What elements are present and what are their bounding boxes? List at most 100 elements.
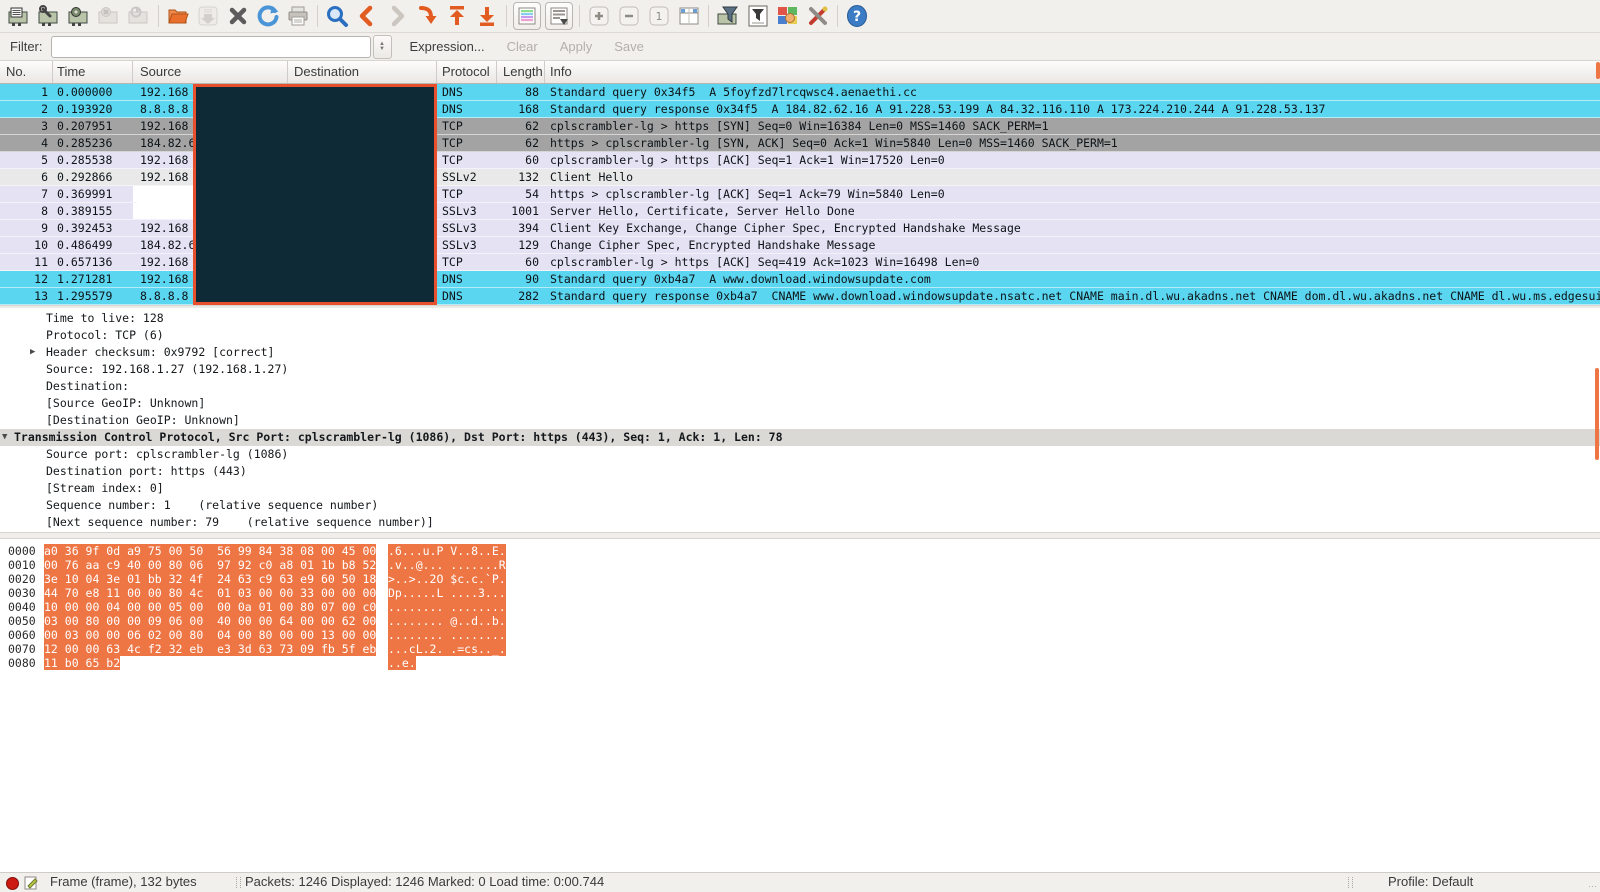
hex-row[interactable]: 006000 03 00 00 06 02 00 80 04 00 80 00 … bbox=[0, 628, 1600, 642]
hex-row[interactable]: 007012 00 00 63 4c f2 32 eb e3 3d 63 73 … bbox=[0, 642, 1600, 656]
filter-spinner[interactable]: ▲▼ bbox=[373, 35, 392, 59]
edit-capture-comment-icon[interactable] bbox=[24, 876, 38, 892]
detail-line[interactable]: Source: 192.168.1.27 (192.168.1.27) bbox=[0, 361, 1600, 378]
hex-ascii[interactable]: ........ ........ bbox=[388, 600, 506, 614]
capture-options-icon[interactable] bbox=[34, 1, 64, 31]
hex-row[interactable]: 003044 70 e8 11 00 00 80 4c 01 03 00 00 … bbox=[0, 586, 1600, 600]
preferences-icon[interactable] bbox=[803, 1, 833, 31]
column-header-info[interactable]: Info bbox=[545, 61, 1600, 83]
pane-splitter[interactable] bbox=[0, 532, 1600, 539]
filter-input[interactable] bbox=[51, 36, 371, 58]
detail-line[interactable]: Destination port: https (443) bbox=[0, 463, 1600, 480]
hex-bytes[interactable]: 11 b0 65 b2 bbox=[44, 656, 120, 670]
hex-ascii[interactable]: ........ @..d..b. bbox=[388, 614, 506, 628]
column-header-protocol[interactable]: Protocol bbox=[437, 61, 497, 83]
column-header-no[interactable]: No. bbox=[0, 61, 53, 83]
open-file-icon[interactable] bbox=[163, 1, 193, 31]
reload-icon[interactable] bbox=[253, 1, 283, 31]
auto-scroll-toggle[interactable] bbox=[545, 2, 573, 30]
hex-ascii[interactable]: .6...u.P V..8..E. bbox=[388, 544, 506, 558]
cell-info: cplscrambler-lg > https [SYN] Seq=0 Win=… bbox=[545, 118, 1600, 134]
hex-row[interactable]: 00203e 10 04 3e 01 bb 32 4f 24 63 c9 63 … bbox=[0, 572, 1600, 586]
hex-bytes[interactable]: 3e 10 04 3e 01 bb 32 4f 24 63 c9 63 e9 6… bbox=[44, 572, 376, 586]
detail-line[interactable]: ▼Transmission Control Protocol, Src Port… bbox=[0, 429, 1600, 446]
cell-info: Server Hello, Certificate, Server Hello … bbox=[545, 203, 1600, 219]
go-back-icon[interactable] bbox=[352, 1, 382, 31]
resize-columns-icon[interactable] bbox=[674, 1, 704, 31]
details-scrollbar-thumb[interactable] bbox=[1595, 368, 1599, 460]
expander-icon[interactable]: ▼ bbox=[2, 429, 7, 446]
cell-length: 129 bbox=[497, 237, 545, 253]
clear-button[interactable]: Clear bbox=[503, 37, 542, 56]
zoom-in-icon[interactable] bbox=[584, 1, 614, 31]
colorize-toggle[interactable] bbox=[513, 2, 541, 30]
column-header-time[interactable]: Time bbox=[53, 61, 133, 83]
hex-ascii[interactable]: ........ ........ bbox=[388, 628, 506, 642]
hex-ascii[interactable]: ...cL.2. .=cs.._. bbox=[388, 642, 506, 656]
coloring-rules-icon[interactable] bbox=[773, 1, 803, 31]
hex-bytes[interactable]: 00 76 aa c9 40 00 80 06 97 92 c0 a8 01 1… bbox=[44, 558, 376, 572]
list-interfaces-icon[interactable] bbox=[4, 1, 34, 31]
expander-icon[interactable]: ▶ bbox=[30, 344, 35, 361]
hex-ascii[interactable]: >..>..2O $c.c.`P. bbox=[388, 572, 506, 586]
cell-length: 62 bbox=[497, 118, 545, 134]
detail-line[interactable]: Time to live: 128 bbox=[0, 310, 1600, 327]
save-button[interactable]: Save bbox=[610, 37, 648, 56]
zoom-out-icon[interactable] bbox=[614, 1, 644, 31]
find-packet-icon[interactable] bbox=[322, 1, 352, 31]
detail-line[interactable]: Source port: cplscrambler-lg (1086) bbox=[0, 446, 1600, 463]
go-to-packet-icon[interactable] bbox=[412, 1, 442, 31]
hex-ascii[interactable]: Dp.....L ....3... bbox=[388, 586, 506, 600]
go-to-bottom-icon[interactable] bbox=[472, 1, 502, 31]
hex-row[interactable]: 001000 76 aa c9 40 00 80 06 97 92 c0 a8 … bbox=[0, 558, 1600, 572]
save-file-icon[interactable] bbox=[193, 1, 223, 31]
resize-grip[interactable]: ⋯ bbox=[1588, 881, 1598, 891]
statusbar-handle[interactable] bbox=[1348, 877, 1353, 888]
filter-bar: Filter: ▲▼ Expression... Clear Apply Sav… bbox=[0, 33, 1600, 61]
go-to-top-icon[interactable] bbox=[442, 1, 472, 31]
start-capture-icon[interactable] bbox=[64, 1, 94, 31]
capture-filters-icon[interactable] bbox=[713, 1, 743, 31]
column-header-source[interactable]: Source bbox=[133, 61, 288, 83]
hex-bytes[interactable]: 03 00 80 00 00 09 06 00 40 00 00 64 00 0… bbox=[44, 614, 376, 628]
hex-bytes[interactable]: 12 00 00 63 4c f2 32 eb e3 3d 63 73 09 f… bbox=[44, 642, 376, 656]
hex-row[interactable]: 005003 00 80 00 00 09 06 00 40 00 00 64 … bbox=[0, 614, 1600, 628]
print-icon[interactable] bbox=[283, 1, 313, 31]
help-icon[interactable]: ? bbox=[842, 1, 872, 31]
display-filters-icon[interactable] bbox=[743, 1, 773, 31]
detail-line[interactable]: Sequence number: 1 (relative sequence nu… bbox=[0, 497, 1600, 514]
spinner-down-icon[interactable]: ▼ bbox=[379, 47, 385, 52]
detail-line[interactable]: [Destination GeoIP: Unknown] bbox=[0, 412, 1600, 429]
hex-bytes[interactable]: 00 03 00 00 06 02 00 80 04 00 80 00 00 1… bbox=[44, 628, 376, 642]
packet-list-scrollbar-thumb[interactable] bbox=[1596, 62, 1600, 79]
column-header-destination[interactable]: Destination bbox=[288, 61, 437, 83]
expert-info-icon[interactable] bbox=[6, 877, 19, 890]
go-forward-icon[interactable] bbox=[382, 1, 412, 31]
hex-ascii[interactable]: .v..@... .......R bbox=[388, 558, 506, 572]
expression-button[interactable]: Expression... bbox=[406, 37, 489, 56]
detail-line[interactable]: Destination: bbox=[0, 378, 1600, 395]
restart-capture-icon[interactable] bbox=[124, 1, 154, 31]
detail-line[interactable]: [Source GeoIP: Unknown] bbox=[0, 395, 1600, 412]
zoom-100-icon[interactable]: 1 bbox=[644, 1, 674, 31]
detail-line[interactable]: ▶Header checksum: 0x9792 [correct] bbox=[0, 344, 1600, 361]
hex-bytes[interactable]: a0 36 9f 0d a9 75 00 50 56 99 84 38 08 0… bbox=[44, 544, 376, 558]
hex-bytes[interactable]: 10 00 00 04 00 00 05 00 00 0a 01 00 80 0… bbox=[44, 600, 376, 614]
close-file-icon[interactable] bbox=[223, 1, 253, 31]
hex-row[interactable]: 008011 b0 65 b2..e. bbox=[0, 656, 1600, 670]
hex-ascii[interactable]: ..e. bbox=[388, 656, 416, 670]
cell-length: 60 bbox=[497, 254, 545, 270]
apply-button[interactable]: Apply bbox=[556, 37, 597, 56]
stop-capture-icon[interactable] bbox=[94, 1, 124, 31]
hex-row[interactable]: 004010 00 00 04 00 00 05 00 00 0a 01 00 … bbox=[0, 600, 1600, 614]
detail-line[interactable]: [Next sequence number: 79 (relative sequ… bbox=[0, 514, 1600, 531]
cell-time: 0.285538 bbox=[53, 152, 133, 168]
cell-protocol: DNS bbox=[437, 288, 497, 304]
hex-row[interactable]: 0000a0 36 9f 0d a9 75 00 50 56 99 84 38 … bbox=[0, 544, 1600, 558]
column-header-length[interactable]: Length bbox=[497, 61, 545, 83]
status-profile[interactable]: Profile: Default bbox=[1388, 874, 1473, 889]
detail-line[interactable]: Protocol: TCP (6) bbox=[0, 327, 1600, 344]
detail-line[interactable]: [Stream index: 0] bbox=[0, 480, 1600, 497]
hex-bytes[interactable]: 44 70 e8 11 00 00 80 4c 01 03 00 00 33 0… bbox=[44, 586, 376, 600]
statusbar-handle[interactable] bbox=[236, 877, 241, 888]
